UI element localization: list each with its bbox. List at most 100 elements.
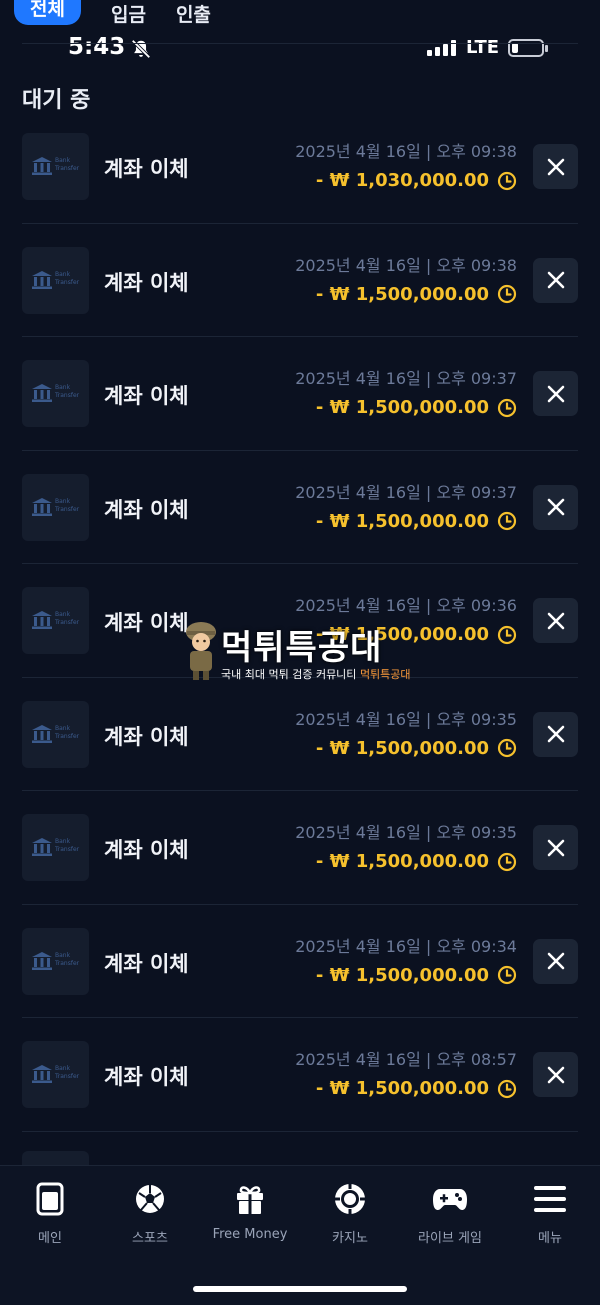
transaction-row[interactable]: Bank Transfer 계좌 이체 2025년 4월 16일 | 오후 09:… [22,905,578,1018]
clock-icon [497,284,517,304]
bank-transfer-thumbnail: Bank Transfer [22,927,89,995]
amount-value: - ₩ 1,030,000.00 [315,170,489,191]
payment-method: 계좌 이체 [104,951,189,976]
tab-all[interactable]: 전체 [14,0,81,25]
bank-transfer-thumbnail: Bank Transfer [22,246,89,314]
bank-transfer-label: Bank Transfer [55,951,80,967]
nav-menu[interactable]: 메뉴 [500,1181,600,1246]
transaction-amount: - ₩ 1,500,000.00 [316,397,517,418]
transaction-amount: - ₩ 1,500,000.00 [316,1078,517,1099]
transaction-amount: - ₩ 1,500,000.00 [316,851,517,872]
transaction-amount: - ₩ 1,500,000.00 [316,738,517,759]
transaction-date: 2025년 4월 16일 | 오후 08:57 [295,1050,517,1069]
status-bar: 5:43 LTE [0,30,600,70]
divider [22,43,578,44]
gamepad-icon [433,1189,467,1210]
cancel-button[interactable] [533,711,578,757]
clock-icon [497,852,517,871]
transaction-row[interactable]: Bank Transfer 계좌 이체 2025년 4월 16일 | 오후 09:… [22,337,578,451]
transaction-date: 2025년 4월 16일 | 오후 09:35 [295,823,517,842]
close-icon [547,271,564,289]
bank-transfer-label: Bank Transfer [55,157,80,172]
clock-icon [497,1079,517,1098]
casino-chip-icon [334,1183,366,1215]
bank-transfer-thumbnail: Bank Transfer [22,1041,89,1108]
cancel-button[interactable] [533,825,578,870]
payment-method: 계좌 이체 [104,838,189,862]
clock-icon [497,625,517,644]
transaction-row[interactable]: Bank Transfer 계좌 이체 2025년 4월 16일 | 오후 09:… [22,564,578,678]
transaction-amount: - ₩ 1,500,000.00 [316,284,517,305]
nav-free-money[interactable]: Free Money [200,1181,300,1242]
nav-sports[interactable]: 스포츠 [100,1181,200,1246]
cancel-button[interactable] [533,484,578,530]
nav-casino[interactable]: 카지노 [300,1181,400,1246]
bank-icon [32,724,52,743]
bank-icon [32,157,52,175]
payment-method: 계좌 이체 [104,1065,189,1089]
cancel-button[interactable] [533,144,578,189]
clock-icon [497,171,517,190]
cancel-button[interactable] [533,938,578,984]
transaction-row[interactable]: Bank Transfer 계좌 이체 2025년 4월 16일 | 오후 09:… [22,224,578,337]
home-icon [36,1182,64,1216]
filter-tabs: 전체 입금 인출 [14,0,241,26]
close-icon [547,952,564,970]
clock-icon [497,965,517,985]
clock-icon [497,398,517,417]
soccer-ball-icon [136,1185,164,1213]
bank-transfer-thumbnail: Bank Transfer [22,587,89,654]
transaction-date: 2025년 4월 16일 | 오후 09:38 [295,255,517,275]
transaction-amount: - ₩ 1,500,000.00 [316,965,517,986]
status-time: 5:43 [68,34,126,60]
bank-icon [32,1065,52,1083]
transaction-amount: - ₩ 1,500,000.00 [316,511,517,532]
transaction-date: 2025년 4월 16일 | 오후 09:34 [295,936,517,956]
transaction-date: 2025년 4월 16일 | 오후 09:36 [295,596,517,615]
tab-deposit[interactable]: 입금 [111,0,146,27]
close-icon [547,725,564,743]
nav-live-game[interactable]: 라이브 게임 [400,1181,500,1246]
transaction-row[interactable]: Bank Transfer 계좌 이체 2025년 4월 16일 | 오후 09:… [22,451,578,564]
cancel-button[interactable] [533,1052,578,1097]
payment-method: 계좌 이체 [104,157,189,181]
bank-icon [32,270,52,289]
close-icon [547,385,564,402]
payment-method: 계좌 이체 [104,611,189,635]
transaction-date: 2025년 4월 16일 | 오후 09:35 [295,709,517,729]
cancel-button[interactable] [533,371,578,416]
cancel-button[interactable] [533,257,578,303]
transaction-row[interactable]: Bank Transfer 계좌 이체 2025년 4월 16일 | 오후 09:… [22,678,578,791]
amount-value: - ₩ 1,500,000.00 [315,624,489,645]
clock-icon [497,738,517,758]
bank-transfer-thumbnail: Bank Transfer [22,700,89,768]
amount-value: - ₩ 1,500,000.00 [315,964,489,986]
close-icon [547,498,564,516]
transaction-row[interactable]: Bank Transfer 계좌 이체 2025년 4월 16일 | 오후 08:… [22,1018,578,1132]
transaction-date: 2025년 4월 16일 | 오후 09:37 [295,482,517,502]
payment-method: 계좌 이체 [104,497,189,522]
amount-value: - ₩ 1,500,000.00 [315,1078,489,1099]
gift-icon [237,1186,263,1214]
bank-transfer-thumbnail: Bank Transfer [22,473,89,541]
cancel-button[interactable] [533,598,578,643]
home-indicator[interactable] [193,1286,407,1292]
bank-transfer-thumbnail: Bank Transfer [22,133,89,200]
transaction-list: Bank Transfer 계좌 이체 2025년 4월 16일 | 오후 09:… [0,110,600,1132]
amount-value: - ₩ 1,500,000.00 [315,510,489,532]
transaction-date: 2025년 4월 16일 | 오후 09:38 [295,142,517,161]
clock-icon [497,511,517,531]
bank-transfer-label: Bank Transfer [55,838,80,853]
tab-withdraw[interactable]: 인출 [176,0,211,27]
nav-main[interactable]: 메인 [0,1181,100,1246]
bank-transfer-label: Bank Transfer [55,1065,80,1080]
transaction-row[interactable]: Bank Transfer 계좌 이체 2025년 4월 16일 | 오후 09:… [22,110,578,224]
transaction-row[interactable]: Bank Transfer 계좌 이체 2025년 4월 16일 | 오후 09:… [22,791,578,905]
bank-icon [32,611,52,629]
network-label: LTE [466,37,500,58]
bank-transfer-thumbnail: Bank Transfer [22,360,89,427]
transaction-amount: - ₩ 1,030,000.00 [316,170,517,191]
amount-value: - ₩ 1,500,000.00 [315,737,489,759]
hamburger-menu-icon [534,1186,566,1212]
bank-transfer-label: Bank Transfer [55,270,80,286]
